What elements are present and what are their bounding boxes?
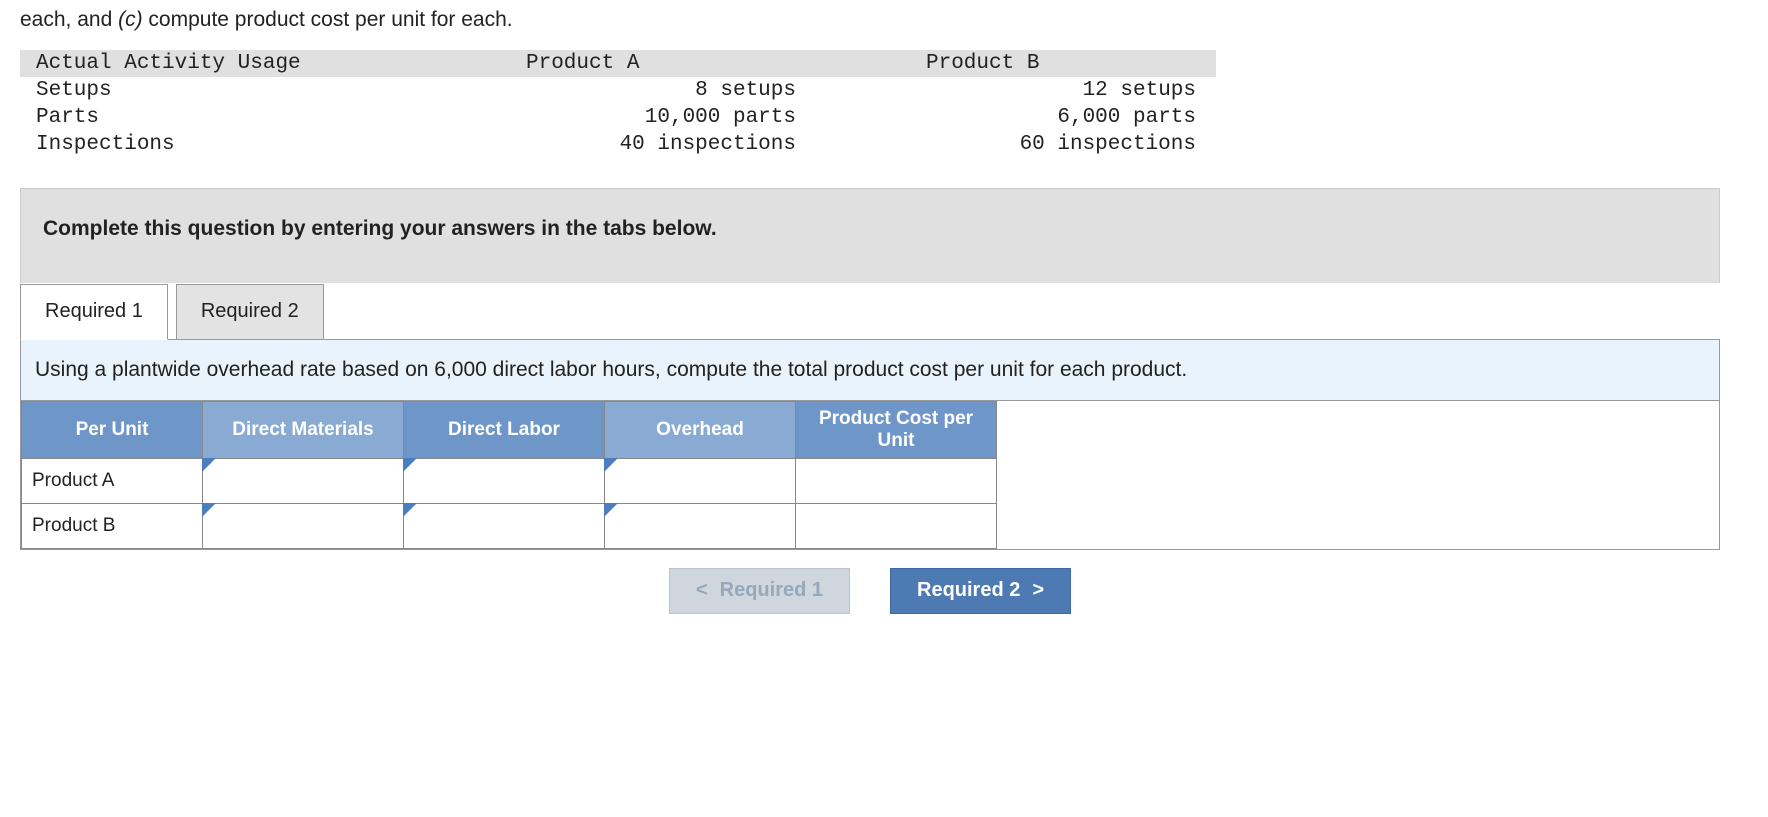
activity-row-a: 8 setups bbox=[376, 77, 816, 104]
prev-button-label: Required 1 bbox=[720, 579, 823, 602]
activity-header-product-a: Product A bbox=[376, 50, 816, 77]
activity-row-b: 60 inspections bbox=[816, 131, 1216, 158]
next-button-label: Required 2 bbox=[917, 579, 1020, 602]
intro-suffix: compute product cost per unit for each. bbox=[143, 8, 513, 31]
input-product-b-direct-labor[interactable] bbox=[404, 503, 605, 548]
grid-header-direct-materials: Direct Materials bbox=[203, 401, 404, 458]
question-intro-line: each, and (c) compute product cost per u… bbox=[20, 4, 1748, 36]
activity-row-b: 6,000 parts bbox=[816, 104, 1216, 131]
activity-row-label: Setups bbox=[20, 77, 376, 104]
activity-row-label: Inspections bbox=[20, 131, 376, 158]
input-product-a-overhead[interactable] bbox=[605, 458, 796, 503]
input-product-a-direct-materials[interactable] bbox=[203, 458, 404, 503]
activity-row-a: 10,000 parts bbox=[376, 104, 816, 131]
activity-header-usage: Actual Activity Usage bbox=[20, 50, 376, 77]
next-button[interactable]: Required 2 > bbox=[890, 568, 1071, 614]
chevron-left-icon: < bbox=[696, 579, 708, 602]
activity-row-a: 40 inspections bbox=[376, 131, 816, 158]
intro-part-label: (c) bbox=[118, 8, 143, 31]
input-product-b-overhead[interactable] bbox=[605, 503, 796, 548]
activity-usage-table: Actual Activity Usage Product A Product … bbox=[20, 50, 1216, 158]
input-product-b-direct-materials[interactable] bbox=[203, 503, 404, 548]
tab-strip: Required 1 Required 2 bbox=[20, 283, 1720, 339]
instruction-banner: Complete this question by entering your … bbox=[20, 188, 1720, 283]
nav-button-row: < Required 1 Required 2 > bbox=[20, 550, 1720, 616]
grid-header-per-unit: Per Unit bbox=[22, 401, 203, 458]
grid-header-product-cost: Product Cost per Unit bbox=[796, 401, 997, 458]
answer-grid: Per Unit Direct Materials Direct Labor O… bbox=[21, 401, 997, 549]
grid-row-label-product-b: Product B bbox=[22, 503, 203, 548]
chevron-right-icon: > bbox=[1032, 579, 1044, 602]
output-product-b-cost-per-unit bbox=[796, 503, 997, 548]
activity-row-label: Parts bbox=[20, 104, 376, 131]
tab-instruction: Using a plantwide overhead rate based on… bbox=[21, 340, 1719, 401]
activity-header-product-b: Product B bbox=[816, 50, 1216, 77]
output-product-a-cost-per-unit bbox=[796, 458, 997, 503]
intro-prefix: each, and bbox=[20, 8, 118, 31]
grid-row-label-product-a: Product A bbox=[22, 458, 203, 503]
input-product-a-direct-labor[interactable] bbox=[404, 458, 605, 503]
tab-required-2[interactable]: Required 2 bbox=[176, 284, 324, 340]
grid-header-overhead: Overhead bbox=[605, 401, 796, 458]
grid-header-direct-labor: Direct Labor bbox=[404, 401, 605, 458]
prev-button: < Required 1 bbox=[669, 568, 850, 614]
tab-required-1[interactable]: Required 1 bbox=[20, 284, 168, 340]
tab-body: Using a plantwide overhead rate based on… bbox=[20, 339, 1720, 550]
activity-row-b: 12 setups bbox=[816, 77, 1216, 104]
